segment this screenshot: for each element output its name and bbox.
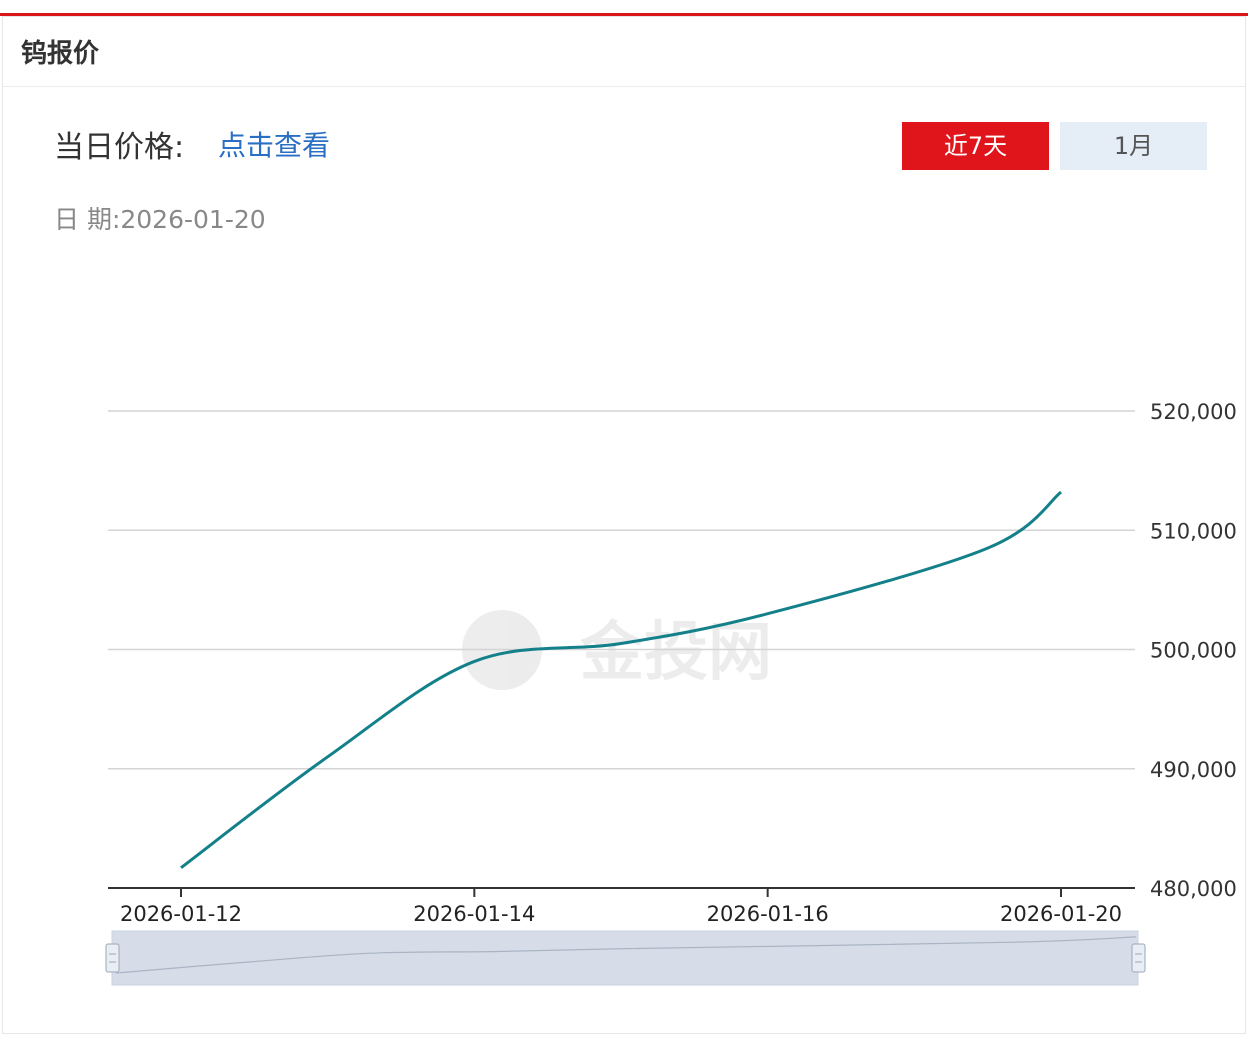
x-tick-label: 2026-01-16	[707, 902, 829, 926]
data-zoom-slider[interactable]	[105, 930, 1146, 986]
y-tick-label: 510,000	[1150, 519, 1237, 543]
y-tick-label: 490,000	[1150, 758, 1237, 782]
watermark-text: 金投网	[579, 616, 772, 690]
x-tick-label: 2026-01-14	[413, 902, 535, 926]
zoom-track[interactable]	[111, 930, 1139, 986]
x-tick-label: 2026-01-12	[120, 902, 242, 926]
price-line-chart: 金投网 480,000490,000500,000510,000520,000 …	[105, 400, 1237, 986]
y-tick-label: 520,000	[1150, 400, 1237, 424]
x-tick-label: 2026-01-20	[1000, 902, 1122, 926]
y-tick-label: 500,000	[1150, 639, 1237, 663]
zoom-handle-right[interactable]	[1131, 943, 1146, 973]
y-tick-label: 480,000	[1150, 877, 1237, 901]
zoom-handle-left[interactable]	[105, 943, 120, 973]
